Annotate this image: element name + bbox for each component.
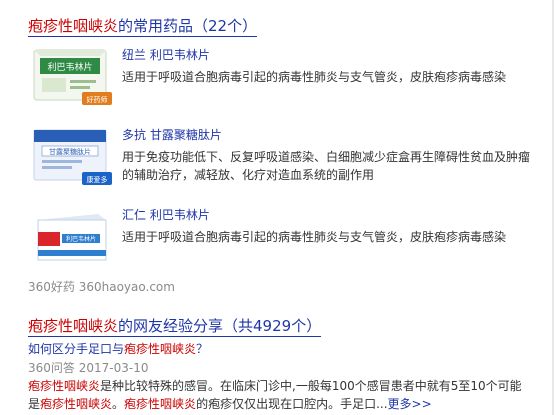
drug-item: 利巴韦林片 好药师 纽兰 利巴韦林片 适用于呼吸道合胞病毒引起的病毒性肺炎与支气…	[28, 46, 548, 126]
question-meta: 360问答 2017-03-10	[28, 361, 149, 375]
svg-text:利巴韦林片: 利巴韦林片	[66, 235, 96, 243]
question-link[interactable]: 如何区分手足口与疱疹性咽峡炎？	[28, 340, 208, 357]
drug-item: 甘露聚糖肽片 康爱多 多抗 甘露聚糖肽片 用于免疫功能低下、反复呼吸道感染、白细…	[28, 126, 548, 206]
drug-box-green-icon[interactable]: 利巴韦林片 好药师	[28, 46, 112, 106]
svg-text:利巴韦林片: 利巴韦林片	[47, 61, 92, 73]
section-title-medicines[interactable]: 疱疹性咽峡炎的常用药品（22个）	[28, 16, 258, 37]
svg-text:甘露聚糖肽片: 甘露聚糖肽片	[49, 147, 91, 156]
drug-item: 利巴韦林片 汇仁 利巴韦林片 适用于呼吸道合胞病毒引起的病毒性肺炎与支气管炎，皮…	[28, 206, 548, 286]
title-keyword: 疱疹性咽峡炎	[28, 17, 119, 35]
svg-text:康爱多: 康爱多	[87, 175, 108, 184]
drug-description: 适用于呼吸道合胞病毒引起的病毒性肺炎与支气管炎，皮肤疱疹病毒感染	[122, 230, 507, 244]
drug-name-link[interactable]: 多抗 甘露聚糖肽片	[122, 126, 222, 143]
question-snippet: 疱疹性咽峡炎是种比较特殊的感冒。在临床门诊中,一般每100个感冒患者中就有5至1…	[28, 379, 522, 411]
drug-box-blue-icon[interactable]: 甘露聚糖肽片 康爱多	[28, 126, 112, 186]
svg-text:好药师: 好药师	[87, 95, 108, 104]
drug-name-link[interactable]: 纽兰 利巴韦林片	[122, 46, 210, 63]
more-link[interactable]: 更多>>	[388, 397, 432, 411]
section-title-experience[interactable]: 疱疹性咽峡炎的网友经验分享（共4929个）	[28, 316, 322, 337]
drug-name-link[interactable]: 汇仁 利巴韦林片	[122, 206, 210, 223]
drug-box-white-icon[interactable]: 利巴韦林片	[28, 206, 112, 266]
source-label: 360好药 360haoyao.com	[28, 280, 175, 294]
drug-description: 用于免疫功能低下、反复呼吸道感染、白细胞减少症盒再生障碍性贫血及肿瘤的辅助治疗，…	[122, 150, 531, 182]
title-keyword: 疱疹性咽峡炎	[28, 317, 119, 335]
drug-description: 适用于呼吸道合胞病毒引起的病毒性肺炎与支气管炎，皮肤疱疹病毒感染	[122, 70, 507, 84]
title-rest: 的常用药品（22个）	[118, 17, 258, 35]
title-rest: 的网友经验分享（共4929个）	[118, 317, 322, 335]
